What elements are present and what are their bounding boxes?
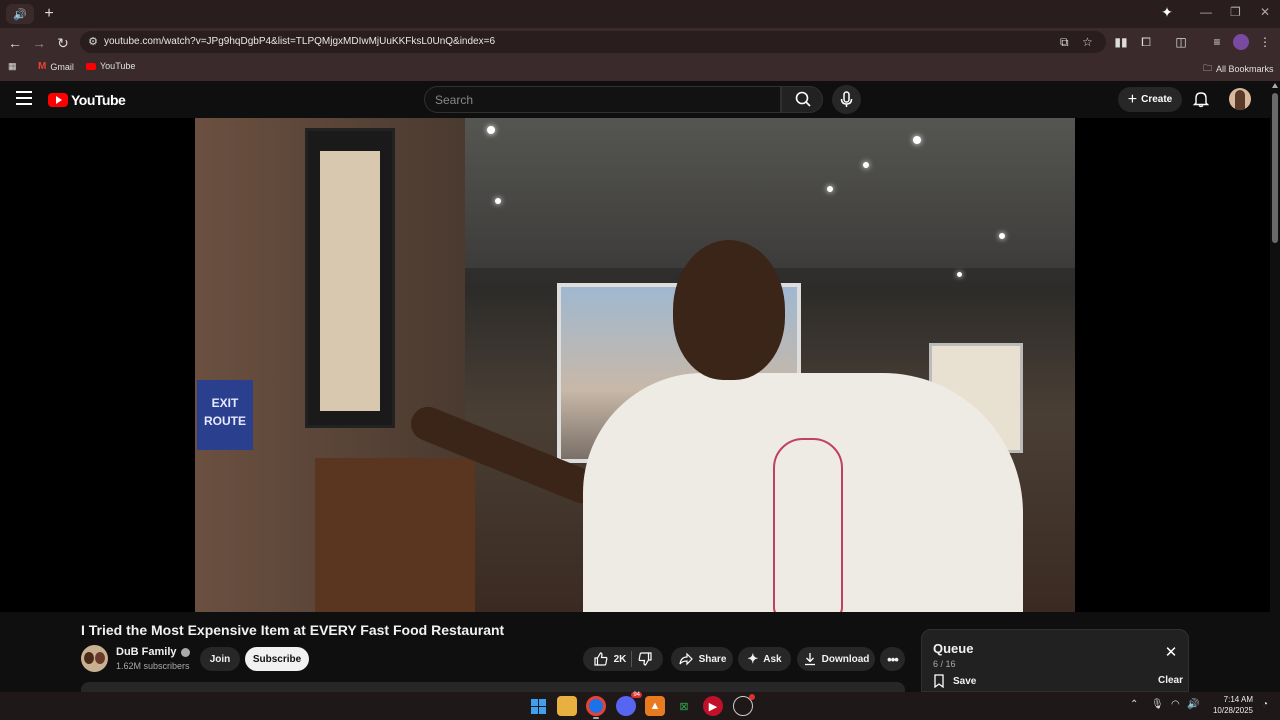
person-head: [673, 240, 785, 380]
minimize-icon[interactable]: —: [1200, 5, 1212, 19]
video-player[interactable]: EXIT ROUTE: [0, 118, 1270, 612]
search-icon: [795, 91, 811, 107]
microphone-icon: [840, 91, 853, 107]
mic-tray-icon[interactable]: 🎙: [1151, 699, 1164, 710]
youtube-header: YouTube +Create: [0, 81, 1280, 118]
account-avatar[interactable]: [1229, 88, 1251, 110]
wifi-icon[interactable]: ◠: [1171, 699, 1180, 710]
ask-button[interactable]: ✦ Ask: [738, 647, 791, 671]
side-panel-icon[interactable]: ◫: [1173, 34, 1189, 50]
share-button[interactable]: Share: [671, 647, 733, 671]
file-explorer-icon[interactable]: [557, 696, 577, 716]
app-a-icon[interactable]: ▲: [645, 696, 665, 716]
volume-icon[interactable]: 🔊: [1187, 699, 1199, 710]
queue-count: 6 / 16: [933, 659, 956, 669]
notifications-bell-icon[interactable]: [1192, 90, 1210, 108]
thumbs-up-icon: [593, 652, 608, 666]
download-icon: [804, 653, 815, 666]
extension-icon[interactable]: ▮▮: [1113, 34, 1129, 50]
verified-badge-icon: [180, 647, 190, 657]
windows-logo-icon: [530, 698, 546, 714]
media-player-icon[interactable]: ▶: [703, 696, 723, 716]
voice-search-button[interactable]: [832, 85, 861, 114]
windows-taskbar: 94 ▲ ⊠ ▶ ⌃ 🎙 ◠ 🔊 7:14 AM 10/28/2025 ◔: [0, 692, 1280, 720]
bookmark-gmail[interactable]: M Gmail: [38, 61, 74, 72]
gmail-icon: M: [38, 61, 47, 72]
profile-icon[interactable]: [1233, 34, 1249, 50]
back-icon[interactable]: ←: [6, 34, 24, 52]
wall-poster: [305, 128, 395, 428]
download-button[interactable]: Download: [797, 647, 875, 671]
tab-strip: 🔊 + ✦ — ❐ ✕: [0, 0, 1280, 28]
forward-icon[interactable]: →: [30, 34, 48, 52]
like-count: 2K: [613, 653, 627, 665]
queue-panel: Queue 6 / 16 ✕ Save Clear: [921, 629, 1189, 692]
close-icon[interactable]: ✕: [1163, 645, 1179, 661]
speaker-icon: 🔊: [13, 8, 27, 21]
spreadsheet-icon[interactable]: ⊠: [674, 696, 694, 716]
queue-title: Queue: [933, 641, 974, 656]
restore-icon[interactable]: ❐: [1230, 5, 1241, 19]
scrollbar-thumb[interactable]: [1272, 93, 1278, 243]
subscribe-button[interactable]: Subscribe: [245, 647, 309, 671]
queue-clear-button[interactable]: Clear: [1158, 675, 1183, 686]
apps-grid-icon[interactable]: ▦: [8, 61, 17, 72]
browser-tab[interactable]: 🔊: [6, 4, 34, 24]
youtube-play-icon: [48, 93, 68, 107]
steam-icon[interactable]: [733, 694, 755, 716]
extensions-puzzle-icon[interactable]: ⧠: [1138, 34, 1154, 50]
sparkle-icon: ✦: [747, 651, 759, 666]
cast-icon[interactable]: ⧉: [1060, 35, 1069, 50]
media-control-icon[interactable]: ≡: [1209, 34, 1225, 50]
subscriber-count: 1.62M subscribers: [116, 661, 190, 671]
more-dots-icon: •••: [887, 651, 899, 667]
youtube-logo[interactable]: YouTube: [48, 92, 126, 108]
gemini-icon[interactable]: ✦: [1158, 4, 1176, 22]
search-box: [424, 86, 781, 113]
site-info-icon[interactable]: ⚙: [86, 35, 100, 49]
bookmark-star-icon[interactable]: ☆: [1082, 35, 1093, 49]
plus-icon: +: [1127, 90, 1138, 108]
new-tab-button[interactable]: +: [40, 4, 58, 24]
like-dislike-group: 2K: [583, 647, 663, 671]
search-button[interactable]: [781, 86, 823, 113]
bookmark-icon: [934, 674, 944, 688]
queue-save-button[interactable]: Save: [933, 674, 976, 688]
channel-avatar[interactable]: [81, 645, 108, 672]
notification-center-icon[interactable]: ◔: [1262, 699, 1268, 710]
bookmark-youtube[interactable]: YouTube: [86, 61, 135, 71]
like-button[interactable]: 2K: [593, 651, 627, 667]
all-bookmarks[interactable]: 🗀 All Bookmarks: [1203, 61, 1274, 77]
hamburger-menu-icon[interactable]: [16, 91, 32, 105]
discord-icon[interactable]: 94: [616, 692, 642, 716]
start-button[interactable]: [528, 696, 548, 716]
url-text[interactable]: youtube.com/watch?v=JPg9hqDgbP4&list=TLP…: [104, 36, 495, 47]
more-actions-button[interactable]: •••: [880, 647, 905, 671]
bookmarks-bar: ▦ M Gmail YouTube 🗀 All Bookmarks: [0, 56, 1280, 78]
browser-chrome: 🔊 + ✦ — ❐ ✕ ← → ↻ ⚙ youtube.com/watch?v=…: [0, 0, 1280, 81]
video-frame[interactable]: EXIT ROUTE: [195, 118, 1075, 612]
folder-icon: 🗀: [1203, 63, 1213, 73]
channel-name[interactable]: DuB Family: [116, 646, 190, 658]
exit-route-sign: EXIT ROUTE: [197, 380, 253, 450]
reload-icon[interactable]: ↻: [54, 34, 72, 52]
join-button[interactable]: Join: [200, 647, 240, 671]
create-button[interactable]: + Create: [1118, 87, 1182, 112]
thumbs-down-icon[interactable]: [637, 651, 653, 667]
address-bar[interactable]: ⚙ youtube.com/watch?v=JPg9hqDgbP4&list=T…: [80, 31, 1106, 53]
system-clock[interactable]: 7:14 AM 10/28/2025: [1207, 694, 1253, 716]
menu-dots-icon[interactable]: ⋮: [1257, 34, 1273, 50]
page-scrollbar[interactable]: [1270, 81, 1280, 720]
youtube-icon: [86, 62, 96, 70]
tray-chevron-icon[interactable]: ⌃: [1130, 699, 1138, 710]
share-arrow-icon: [678, 652, 693, 666]
search-input[interactable]: [435, 87, 765, 112]
chrome-icon[interactable]: [586, 696, 606, 716]
close-window-icon[interactable]: ✕: [1260, 5, 1270, 19]
description-box[interactable]: [81, 682, 905, 692]
video-title: I Tried the Most Expensive Item at EVERY…: [81, 622, 505, 638]
